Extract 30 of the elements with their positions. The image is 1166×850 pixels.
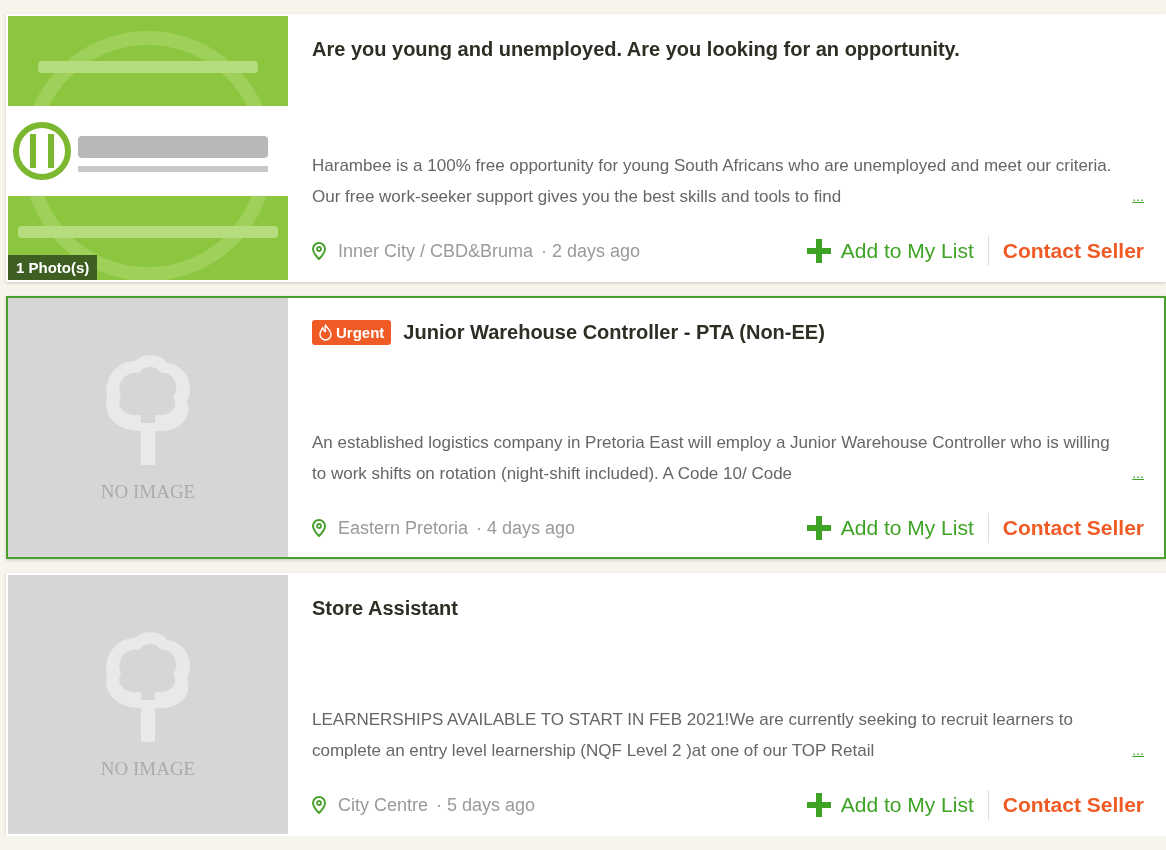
listing-description: Harambee is a 100% free opportunity for young South Africans who are unemployed and meet our criteria. Our free work-seeker support gives you the best skills and tools to find (312, 155, 1113, 208)
posted-time: · 4 days ago (476, 517, 576, 539)
listing-description: LEARNERSHIPS AVAILABLE TO START IN FEB 2021!We are currently seeking to recruit learners to complete an entry level learnership (NQF Level 2 )at one of our TOP Retail (312, 709, 1074, 762)
contact-seller-button[interactable]: Contact Seller (1002, 516, 1144, 540)
contact-seller-button[interactable]: Contact Seller (1002, 239, 1144, 263)
listing-title[interactable]: Junior Warehouse Controller - PTA (Non-EE) (403, 321, 825, 344)
posted-time: · 5 days ago (436, 794, 536, 816)
listing-title[interactable]: Store Assistant (312, 597, 458, 620)
read-more-link[interactable]: ... (1132, 458, 1144, 489)
add-to-list-button[interactable]: Add to My List (806, 239, 974, 263)
add-to-list-button[interactable]: Add to My List (806, 516, 974, 540)
photo-count: 1 Photo(s) (8, 255, 98, 280)
location-text: City Centre (338, 794, 429, 816)
plus-icon (806, 793, 831, 817)
contact-seller-button[interactable]: Contact Seller (1002, 793, 1144, 817)
flame-icon (319, 324, 332, 341)
read-more-link[interactable]: ... (1132, 735, 1144, 766)
listing-description: An established logistics company in Pretoria East will employ a Junior Warehouse Controller who is willing to work shifts on rotation (night-shift included). A Code 10/ Code (312, 432, 1111, 485)
location-pin-icon (312, 242, 326, 260)
location-text: Inner City / CBD&Bruma (338, 240, 534, 262)
plus-icon (806, 516, 831, 540)
read-more-link[interactable]: ... (1132, 181, 1144, 212)
location-pin-icon (312, 519, 326, 537)
add-to-list-button[interactable]: Add to My List (806, 793, 974, 817)
location-pin-icon (312, 796, 326, 814)
posted-time: · 2 days ago (541, 240, 641, 262)
urgent-badge: Urgent (312, 320, 392, 345)
listing-title[interactable]: Are you young and unemployed. Are you looking for an opportunity. (312, 38, 960, 61)
location-text: Eastern Pretoria (338, 517, 469, 539)
plus-icon (806, 239, 831, 263)
